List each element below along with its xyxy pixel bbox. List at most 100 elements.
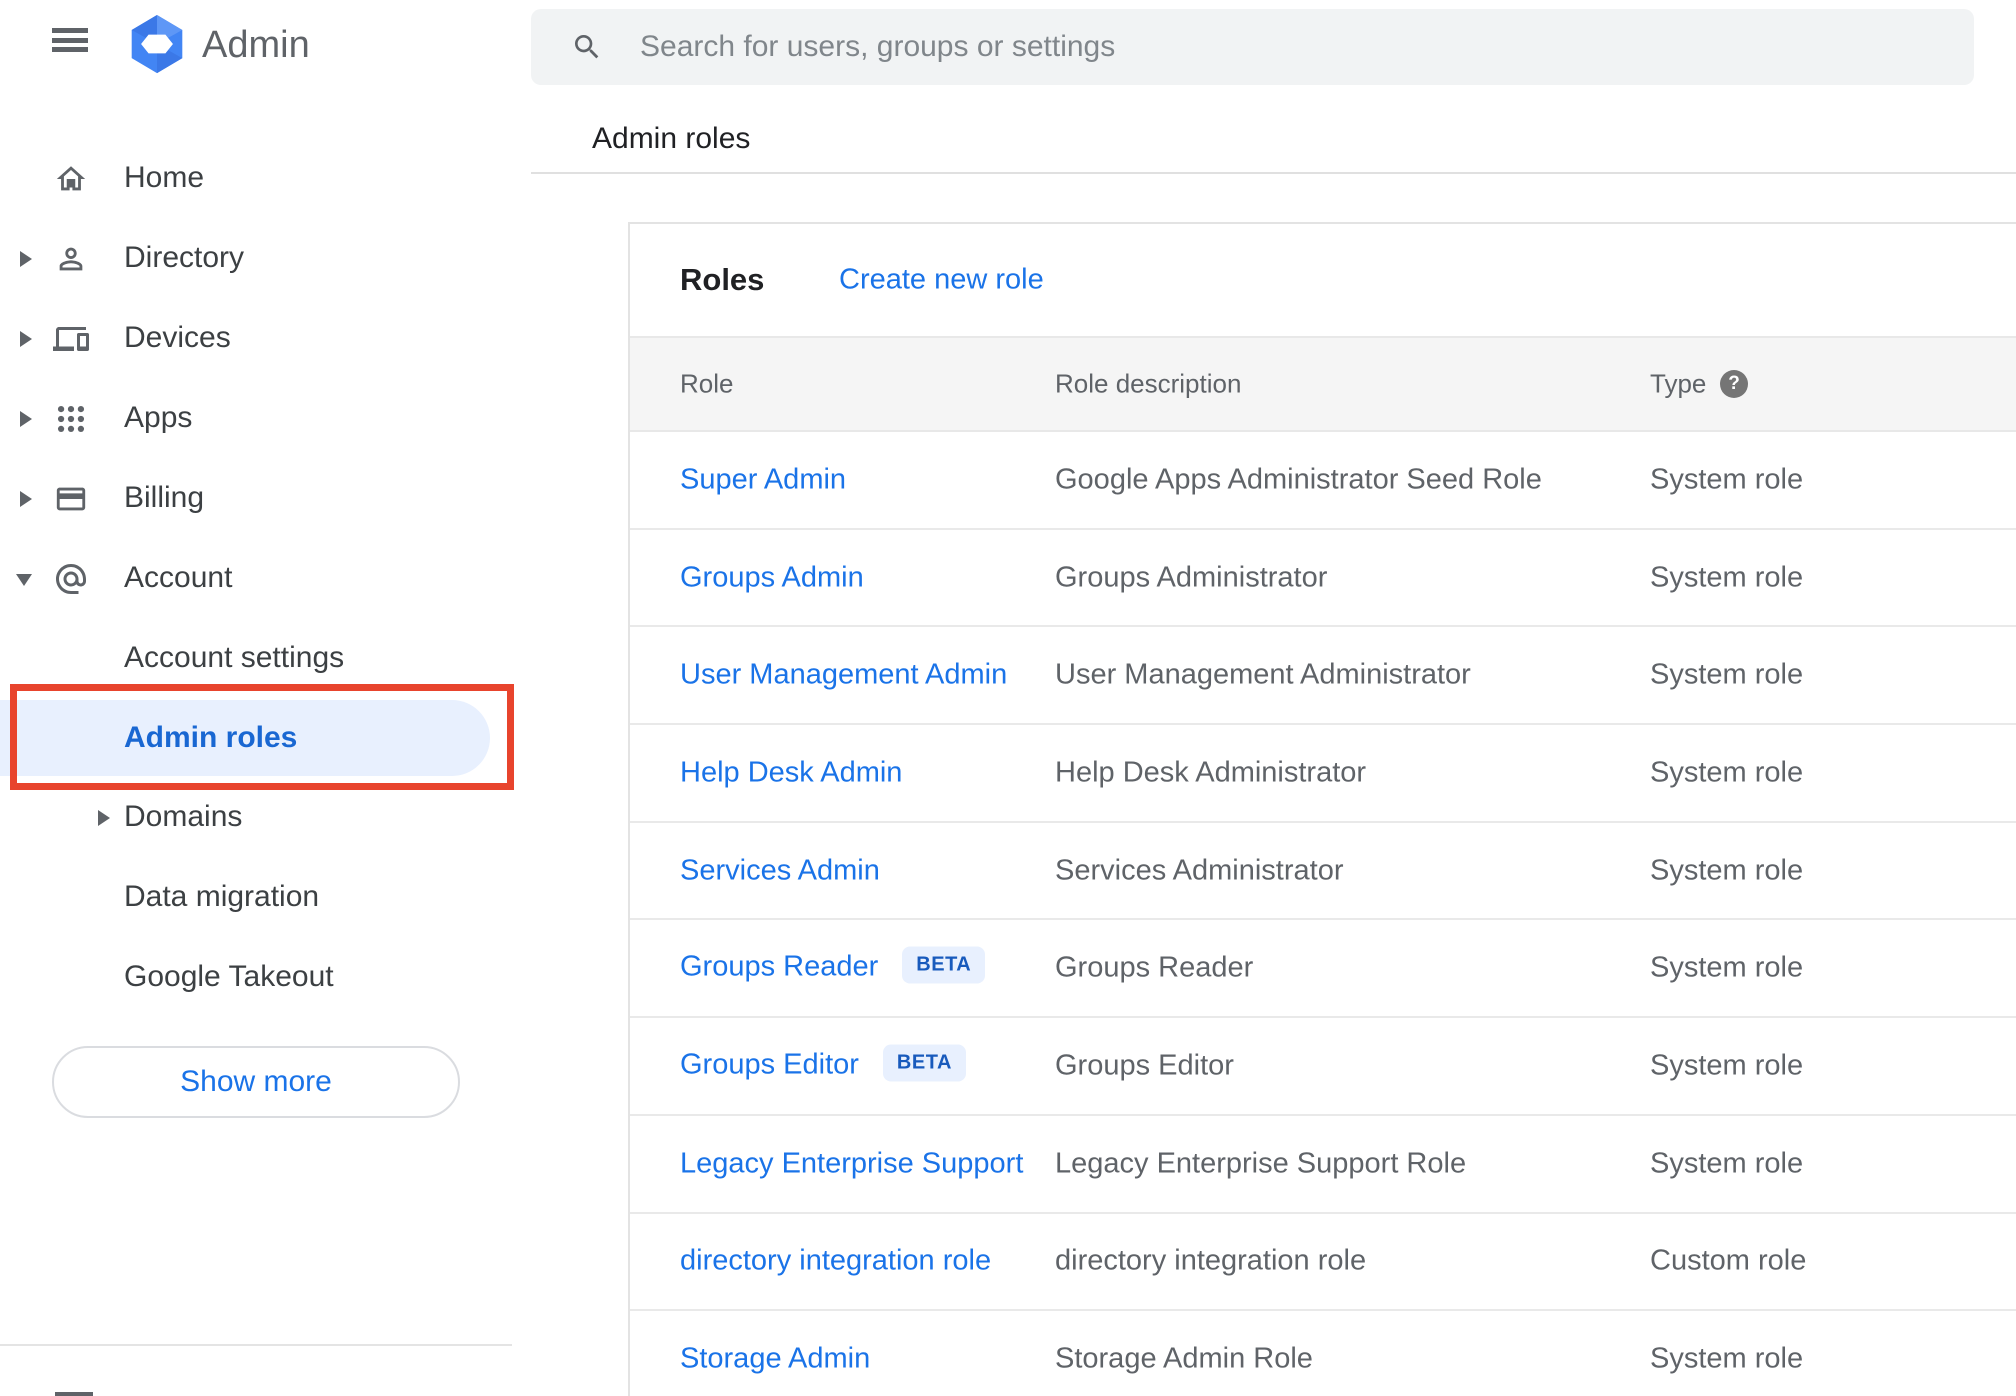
role-link[interactable]: Groups Editor — [680, 1049, 859, 1081]
sidebar-item-home[interactable]: Home — [0, 138, 512, 218]
role-cell: directory integration role — [680, 1245, 991, 1278]
role-link[interactable]: Storage Admin — [680, 1343, 870, 1375]
role-type: System role — [1650, 756, 1804, 789]
role-link[interactable]: directory integration role — [680, 1245, 991, 1277]
chevron-right-icon[interactable] — [20, 251, 32, 267]
role-cell: Services Admin — [680, 854, 880, 887]
help-icon[interactable]: ? — [1720, 370, 1748, 398]
role-link[interactable]: Help Desk Admin — [680, 756, 902, 788]
role-cell: Groups Reader BETA — [680, 946, 986, 987]
roles-card-header: Roles Create new role — [630, 224, 2016, 336]
sidebar-divider — [0, 1344, 512, 1346]
sidebar-item-devices[interactable]: Devices — [0, 298, 512, 378]
role-type: System role — [1650, 1342, 1804, 1375]
role-description: directory integration role — [1055, 1244, 1367, 1277]
sidebar-item-data-migration[interactable]: Data migration — [0, 857, 512, 937]
sidebar-item-admin-roles[interactable]: Admin roles — [0, 700, 490, 776]
role-description: User Management Administrator — [1055, 658, 1471, 691]
table-row: Storage Admin Storage Admin Role System ro… — [630, 1311, 2016, 1396]
chevron-right-icon[interactable] — [20, 411, 32, 427]
role-cell: Storage Admin — [680, 1343, 870, 1376]
role-description: Google Apps Administrator Seed Role — [1055, 463, 1542, 496]
role-link[interactable]: Groups Admin — [680, 561, 864, 593]
role-cell: Super Admin — [680, 463, 846, 496]
column-header-type: Type — [1650, 368, 1707, 399]
role-link[interactable]: User Management Admin — [680, 659, 1007, 691]
role-link[interactable]: Super Admin — [680, 463, 846, 495]
person-icon — [52, 240, 90, 278]
sidebar-item-account-settings[interactable]: Account settings — [0, 618, 512, 698]
show-more-button[interactable]: Show more — [52, 1046, 460, 1118]
role-link[interactable]: Services Admin — [680, 854, 880, 886]
role-link[interactable]: Legacy Enterprise Support — [680, 1147, 1023, 1179]
show-more-label: Show more — [180, 1065, 332, 1098]
table-row: Services Admin Services Administrator Syst… — [630, 823, 2016, 921]
role-type: Custom role — [1650, 1244, 1807, 1277]
sidebar-item-directory[interactable]: Directory — [0, 218, 512, 298]
role-description: Help Desk Administrator — [1055, 756, 1367, 789]
chevron-down-icon[interactable] — [16, 574, 32, 586]
sidebar-item-label: Google Takeout — [124, 960, 334, 993]
role-cell: Groups Editor BETA — [680, 1044, 966, 1084]
google-admin-logo-icon — [126, 14, 188, 74]
role-description: Storage Admin Role — [1055, 1342, 1313, 1375]
roles-card: Roles Create new role Role Role descript… — [628, 222, 2016, 1396]
roles-table-body: Super Admin Google Apps Administrator See… — [630, 432, 2016, 1396]
role-type: System role — [1650, 658, 1804, 691]
column-header-role-description: Role description — [1055, 368, 1242, 399]
sidebar-item-label: Billing — [124, 481, 205, 514]
role-description: Legacy Enterprise Support Role — [1055, 1147, 1467, 1180]
role-type: System role — [1650, 1147, 1804, 1180]
role-type: System role — [1650, 1049, 1804, 1082]
sidebar-item-account[interactable]: Account — [0, 538, 512, 618]
sidebar-item-label: Account — [124, 561, 233, 594]
sidebar-item-label: Account settings — [124, 641, 345, 674]
role-description: Services Administrator — [1055, 854, 1344, 887]
table-row: Super Admin Google Apps Administrator See… — [630, 432, 2016, 530]
header-divider — [531, 172, 2016, 174]
home-icon — [52, 160, 90, 198]
clipped-nav-icon — [55, 1392, 93, 1396]
sidebar-item-label: Directory — [124, 241, 245, 274]
role-link[interactable]: Groups Reader — [680, 951, 878, 983]
table-row: User Management Admin User Management Adm… — [630, 627, 2016, 726]
hamburger-menu-icon[interactable] — [52, 28, 88, 52]
role-type: System role — [1650, 561, 1804, 594]
devices-icon — [52, 320, 90, 358]
role-type: System role — [1650, 951, 1804, 984]
beta-badge: BETA — [902, 946, 986, 984]
role-description: Groups Reader — [1055, 951, 1254, 984]
role-description: Groups Administrator — [1055, 561, 1328, 594]
chevron-right-icon[interactable] — [20, 491, 32, 507]
sidebar-item-domains[interactable]: Domains — [0, 777, 512, 857]
table-row: Help Desk Admin Help Desk Administrator Sy… — [630, 725, 2016, 823]
role-cell: Groups Admin — [680, 561, 864, 594]
chevron-right-icon[interactable] — [20, 331, 32, 347]
search-bar[interactable] — [531, 9, 1974, 85]
app-title: Admin — [202, 24, 310, 66]
sidebar-item-label: Apps — [124, 401, 193, 434]
beta-badge: BETA — [882, 1044, 966, 1082]
credit-card-icon — [52, 480, 90, 518]
sidebar-item-label: Devices — [124, 321, 231, 354]
sidebar-item-google-takeout[interactable]: Google Takeout — [0, 937, 512, 1017]
sidebar-item-apps[interactable]: Apps — [0, 378, 512, 458]
sidebar-item-label: Domains — [124, 800, 243, 833]
sidebar-item-label: Home — [124, 161, 205, 194]
create-new-role-link[interactable]: Create new role — [839, 264, 1044, 297]
sidebar-item-billing[interactable]: Billing — [0, 458, 512, 538]
sidebar-item-label: Admin roles — [124, 721, 298, 754]
role-type: System role — [1650, 463, 1804, 496]
role-type: System role — [1650, 854, 1804, 887]
chevron-right-icon[interactable] — [98, 810, 110, 826]
table-header-row: Role Role description Type ? — [630, 336, 2016, 432]
table-row: Groups Editor BETA Groups Editor System rol… — [630, 1018, 2016, 1116]
role-cell: Help Desk Admin — [680, 756, 902, 789]
table-row: Legacy Enterprise Support Legacy Enterpri… — [630, 1116, 2016, 1214]
table-row: directory integration role directory inte… — [630, 1214, 2016, 1312]
apps-grid-icon — [52, 400, 90, 438]
sidebar-item-label: Data migration — [124, 880, 320, 913]
search-input[interactable] — [531, 9, 1974, 85]
role-cell: Legacy Enterprise Support — [680, 1147, 1023, 1180]
sidebar: Admin Home Directory Devices Apps Billin… — [0, 0, 514, 1396]
